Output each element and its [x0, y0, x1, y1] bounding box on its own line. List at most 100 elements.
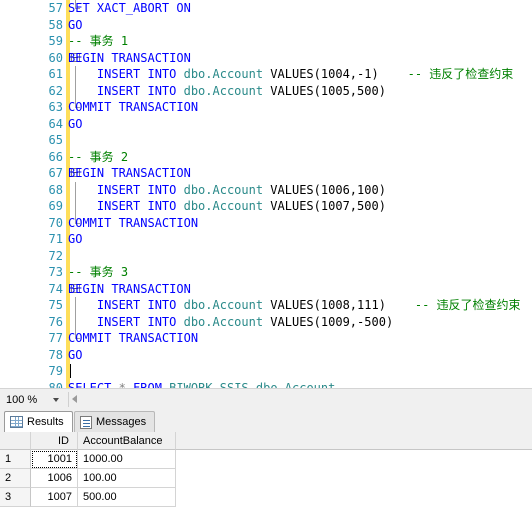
tab-results-label: Results [27, 416, 64, 428]
code-token: VALUES [270, 83, 314, 98]
code-text[interactable]: COMMIT TRANSACTION [68, 215, 198, 232]
zoom-level-dropdown[interactable]: 100 % [2, 391, 65, 408]
scroll-left-arrow-icon[interactable] [72, 395, 77, 403]
results-grid[interactable]: ID AccountBalance 1 1001 1000.00 2 1006 … [0, 432, 532, 511]
code-token: GO [68, 347, 83, 362]
code-line[interactable]: 75 INSERT INTO dbo.Account VALUES(1008,1… [0, 297, 532, 314]
code-line[interactable]: 61 INSERT INTO dbo.Account VALUES(1004,-… [0, 66, 532, 83]
code-text[interactable]: -- 事务 1 [68, 33, 128, 50]
code-line[interactable]: 59 -- 事务 1 [0, 33, 532, 50]
cell-accountbalance[interactable]: 500.00 [78, 488, 176, 507]
code-line[interactable]: 72 [0, 247, 532, 265]
line-number: 58 [48, 17, 63, 32]
column-header-id[interactable]: ID [31, 432, 78, 450]
line-number: 67 [48, 166, 63, 180]
code-text[interactable]: COMMIT TRANSACTION [68, 330, 198, 347]
code-text[interactable]: INSERT INTO dbo.Account VALUES(1007,500) [68, 198, 386, 215]
code-line[interactable]: 73 -- 事务 3 [0, 264, 532, 281]
code-text[interactable]: INSERT INTO dbo.Account VALUES(1009,-500… [68, 314, 393, 331]
code-token: ) [378, 199, 386, 213]
code-token: GO [68, 116, 83, 131]
code-token: ( [313, 314, 321, 329]
cell-accountbalance[interactable]: 100.00 [78, 469, 176, 488]
line-number: 79 [48, 364, 63, 378]
row-number[interactable]: 1 [0, 450, 31, 469]
code-token: ) [378, 83, 386, 98]
code-token: 500 [357, 83, 379, 98]
tab-messages[interactable]: Messages [74, 411, 156, 432]
table-row[interactable]: 1 1001 1000.00 [0, 450, 532, 469]
line-number: 60 [48, 50, 63, 65]
code-token: INSERT INTO [68, 314, 184, 329]
code-line[interactable]: 79 [0, 363, 532, 380]
code-text[interactable]: GO [68, 347, 82, 364]
table-row[interactable]: 3 1007 500.00 [0, 488, 532, 507]
zoom-level-value: 100 % [6, 393, 38, 406]
code-text[interactable]: INSERT INTO dbo.Account VALUES(1008,111)… [68, 297, 521, 314]
code-line[interactable]: 76 INSERT INTO dbo.Account VALUES(1009,-… [0, 313, 532, 331]
code-line[interactable]: 64 GO [0, 115, 532, 133]
outlining-column[interactable] [70, 248, 81, 265]
code-text[interactable]: BEGIN TRANSACTION [68, 281, 191, 298]
table-row[interactable]: 2 1006 100.00 [0, 469, 532, 488]
code-text[interactable]: GO [68, 231, 82, 248]
code-lines-container[interactable]: 57 SET XACT_ABORT ON 58 GO 59 -- 事务 1 60 BEGIN … [0, 0, 532, 388]
code-line[interactable]: 69 INSERT INTO dbo.Account VALUES(1007,5… [0, 198, 532, 215]
code-token: dbo.Account [183, 199, 271, 213]
code-token: INSERT INTO [68, 182, 184, 197]
code-text[interactable]: -- 事务 2 [68, 149, 128, 166]
code-token: , [349, 199, 358, 213]
code-token: INSERT INTO [68, 298, 184, 312]
code-token: BIWORK_SSIS.dbo.Account [169, 380, 336, 389]
line-number: 77 [48, 331, 63, 345]
code-line[interactable]: 65 [0, 132, 532, 149]
cell-id[interactable]: 1001 [31, 450, 78, 469]
code-line[interactable]: 62 INSERT INTO dbo.Account VALUES(1005,5… [0, 82, 532, 100]
code-text[interactable]: COMMIT TRANSACTION [68, 99, 198, 116]
code-token: dbo.Account [183, 298, 271, 312]
code-text[interactable]: GO [68, 17, 82, 34]
code-text[interactable]: -- 事务 3 [68, 264, 128, 281]
code-token: -1 [357, 67, 372, 81]
code-line[interactable]: 67 BEGIN TRANSACTION [0, 165, 532, 182]
cell-id[interactable]: 1006 [31, 469, 78, 488]
code-line[interactable]: 68 INSERT INTO dbo.Account VALUES(1006,1… [0, 181, 532, 199]
code-line[interactable]: 58 GO [0, 16, 532, 34]
chevron-down-icon[interactable] [53, 398, 59, 402]
outlining-column[interactable] [70, 132, 81, 149]
code-text[interactable]: GO [68, 116, 82, 133]
code-line[interactable]: 80 SELECT * FROM BIWORK_SSIS.dbo.Account [0, 379, 532, 389]
code-line[interactable]: 74 BEGIN TRANSACTION [0, 280, 532, 298]
code-text[interactable]: BEGIN TRANSACTION [68, 50, 191, 67]
cell-id[interactable]: 1007 [31, 488, 78, 507]
sql-code-editor[interactable]: 57 SET XACT_ABORT ON 58 GO 59 -- 事务 1 60 BEGIN … [0, 0, 532, 388]
grid-icon [10, 416, 23, 428]
code-token: 500 [357, 199, 379, 213]
code-text[interactable]: SELECT * FROM BIWORK_SSIS.dbo.Account [68, 380, 335, 389]
row-number[interactable]: 3 [0, 488, 31, 507]
line-number: 75 [48, 298, 63, 312]
code-text[interactable]: SET XACT_ABORT ON [68, 0, 191, 17]
cell-accountbalance[interactable]: 1000.00 [78, 450, 176, 469]
code-line[interactable]: 78 GO [0, 346, 532, 364]
code-line[interactable]: 71 GO [0, 231, 532, 248]
code-line[interactable]: 77 COMMIT TRANSACTION [0, 330, 532, 347]
code-token: 1009 [320, 314, 350, 329]
code-text[interactable]: INSERT INTO dbo.Account VALUES(1006,100) [68, 182, 386, 199]
column-header-accountbalance[interactable]: AccountBalance [78, 432, 176, 450]
code-line[interactable]: 63 COMMIT TRANSACTION [0, 99, 532, 116]
code-token: COMMIT TRANSACTION [68, 215, 199, 230]
code-line[interactable]: 66 -- 事务 2 [0, 148, 532, 166]
code-token: SELECT [68, 380, 119, 389]
tab-results[interactable]: Results [4, 411, 73, 432]
ssms-query-window: 57 SET XACT_ABORT ON 58 GO 59 -- 事务 1 60 BEGIN … [0, 0, 532, 511]
code-text[interactable]: BEGIN TRANSACTION [68, 165, 191, 182]
outlining-column[interactable] [70, 363, 81, 380]
code-text[interactable]: INSERT INTO dbo.Account VALUES(1004,-1) … [68, 66, 513, 83]
code-line[interactable]: 70 COMMIT TRANSACTION [0, 214, 532, 232]
row-number[interactable]: 2 [0, 469, 31, 488]
code-text[interactable]: INSERT INTO dbo.Account VALUES(1005,500) [68, 83, 386, 100]
code-line[interactable]: 60 BEGIN TRANSACTION [0, 49, 532, 67]
grid-corner-header[interactable] [0, 432, 31, 450]
code-line[interactable]: 57 SET XACT_ABORT ON [0, 0, 532, 17]
